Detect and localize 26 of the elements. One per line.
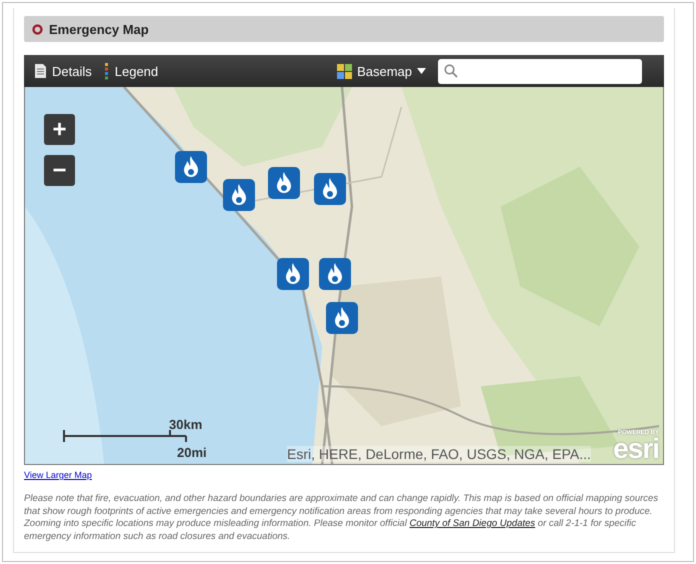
fire-icon[interactable]: [314, 173, 346, 205]
search-field[interactable]: [438, 58, 642, 84]
legend-icon: [104, 62, 110, 80]
fire-icon[interactable]: [223, 179, 255, 211]
scale-label: 30km: [169, 417, 202, 432]
disclaimer-text: Please note that fire, evacuation, and other hazard boundaries are approximate and can change rapidly. This map is based on official mapping sources that show rough footprints of active emergencies and emergency notification areas from responding agencies that may take several hours to produce. Zooming into specific locations may produce misleading information. Please monitor official County of San Diego Updates or call 2-1-1 for specific emergency information such as road closures and evacuations.: [24, 493, 660, 543]
search-icon: [444, 64, 458, 78]
fire-icon[interactable]: [319, 258, 351, 290]
caret-icon: [417, 68, 426, 74]
zoom-out-button[interactable]: −: [44, 155, 75, 186]
view-larger-map-link[interactable]: View Larger Map: [24, 470, 92, 480]
fire-icon[interactable]: [175, 151, 207, 183]
document-icon: [34, 63, 47, 79]
basemap-button[interactable]: Basemap: [331, 64, 432, 78]
circle-icon: [32, 24, 43, 34]
attribution-text: Esri, HERE, DeLorme, FAO, USGS, NGA, EPA...: [287, 446, 591, 462]
legend-button[interactable]: Legend: [98, 62, 164, 80]
fire-icon[interactable]: [326, 302, 358, 334]
details-button[interactable]: Details: [28, 63, 98, 79]
zoom-in-button[interactable]: +: [44, 114, 75, 145]
panel-title: Emergency Map: [49, 22, 149, 36]
scale-label: 20mi: [177, 445, 207, 460]
fire-icon[interactable]: [277, 258, 309, 290]
fire-icon[interactable]: [268, 167, 300, 199]
grid-icon: [337, 64, 352, 78]
county-updates-link[interactable]: County of San Diego Updates: [409, 518, 536, 529]
